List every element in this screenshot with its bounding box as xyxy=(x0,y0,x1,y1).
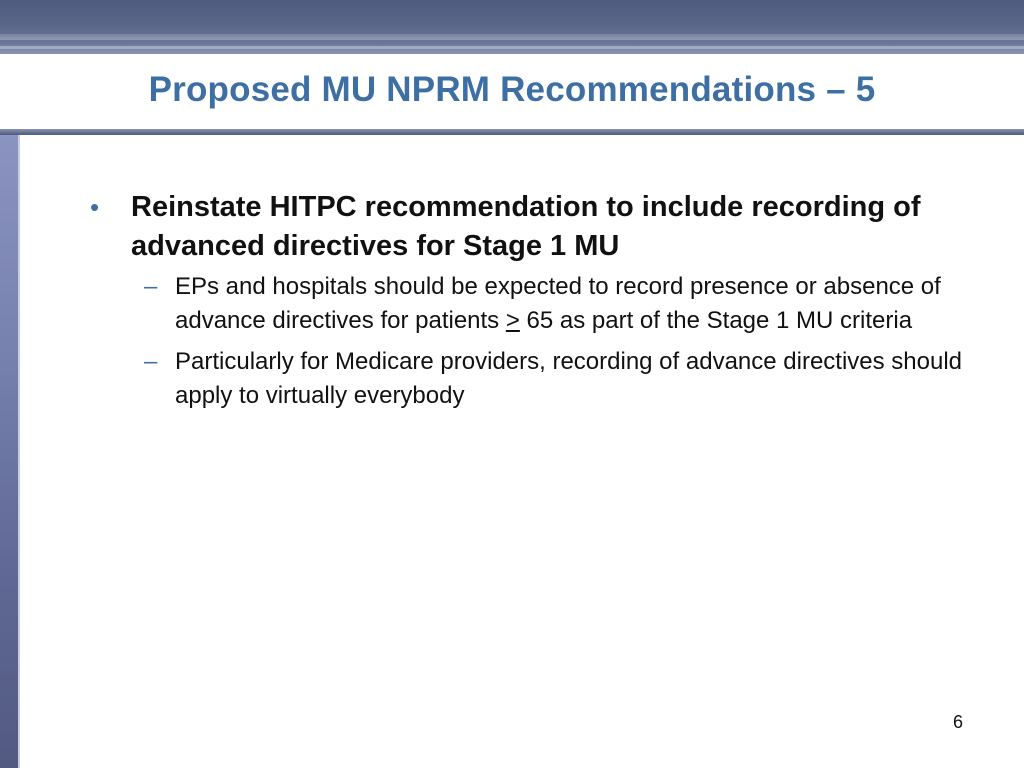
dash-icon: – xyxy=(144,273,158,300)
sub-bullet-1: – EPs and hospitals should be expected t… xyxy=(144,270,970,338)
title-rule xyxy=(0,129,1024,135)
main-bullet-text: Reinstate HITPC recommendation to includ… xyxy=(131,191,921,262)
sub-bullet-1-text-after: 65 as part of the Stage 1 MU criteria xyxy=(519,307,913,334)
banner-stripe xyxy=(0,34,1024,40)
sub-bullet-2-text: Particularly for Medicare providers, rec… xyxy=(175,348,963,409)
left-sidebar-edge xyxy=(18,135,20,768)
sub-bullet-2: – Particularly for Medicare providers, r… xyxy=(144,345,970,413)
banner-stripe-thin xyxy=(0,46,1024,49)
slide-content: • Reinstate HITPC recommendation to incl… xyxy=(90,188,970,420)
dash-icon: – xyxy=(144,348,158,375)
main-bullet: • Reinstate HITPC recommendation to incl… xyxy=(90,188,970,266)
slide: Proposed MU NPRM Recommendations – 5 • R… xyxy=(0,0,1024,768)
page-title: Proposed MU NPRM Recommendations – 5 xyxy=(148,70,876,109)
left-sidebar-bar xyxy=(0,135,18,768)
page-number: 6 xyxy=(952,712,963,732)
sub-bullet-list: – EPs and hospitals should be expected t… xyxy=(90,270,970,413)
bullet-dot-icon: • xyxy=(90,192,100,222)
greater-equal-symbol: > xyxy=(505,307,520,334)
